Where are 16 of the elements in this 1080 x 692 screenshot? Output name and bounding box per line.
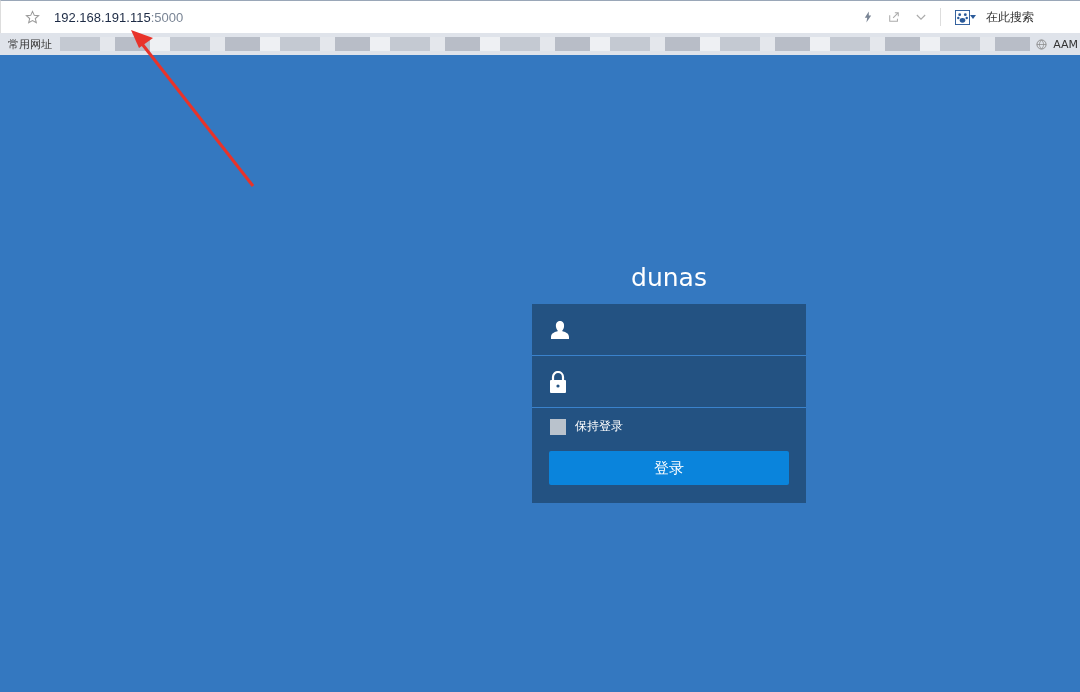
lightning-icon[interactable] (864, 11, 872, 23)
globe-icon[interactable] (1036, 38, 1048, 50)
chevron-down-icon[interactable] (916, 13, 926, 21)
paw-icon[interactable] (955, 9, 970, 25)
login-button[interactable]: 登录 (549, 451, 789, 485)
star-icon[interactable] (25, 9, 40, 25)
address-field[interactable]: 192.168.191.115:5000 (54, 9, 854, 25)
remember-checkbox[interactable] (550, 418, 566, 435)
bookmark-item[interactable]: AAM (1053, 37, 1080, 51)
bookmark-item[interactable]: 常用网址 (8, 36, 54, 52)
lock-icon (550, 370, 566, 393)
user-icon (550, 319, 570, 340)
caret-icon[interactable] (970, 15, 976, 19)
remember-label: 保持登录 (575, 418, 623, 435)
app-title: dunas (631, 263, 707, 292)
share-icon[interactable] (888, 11, 900, 23)
